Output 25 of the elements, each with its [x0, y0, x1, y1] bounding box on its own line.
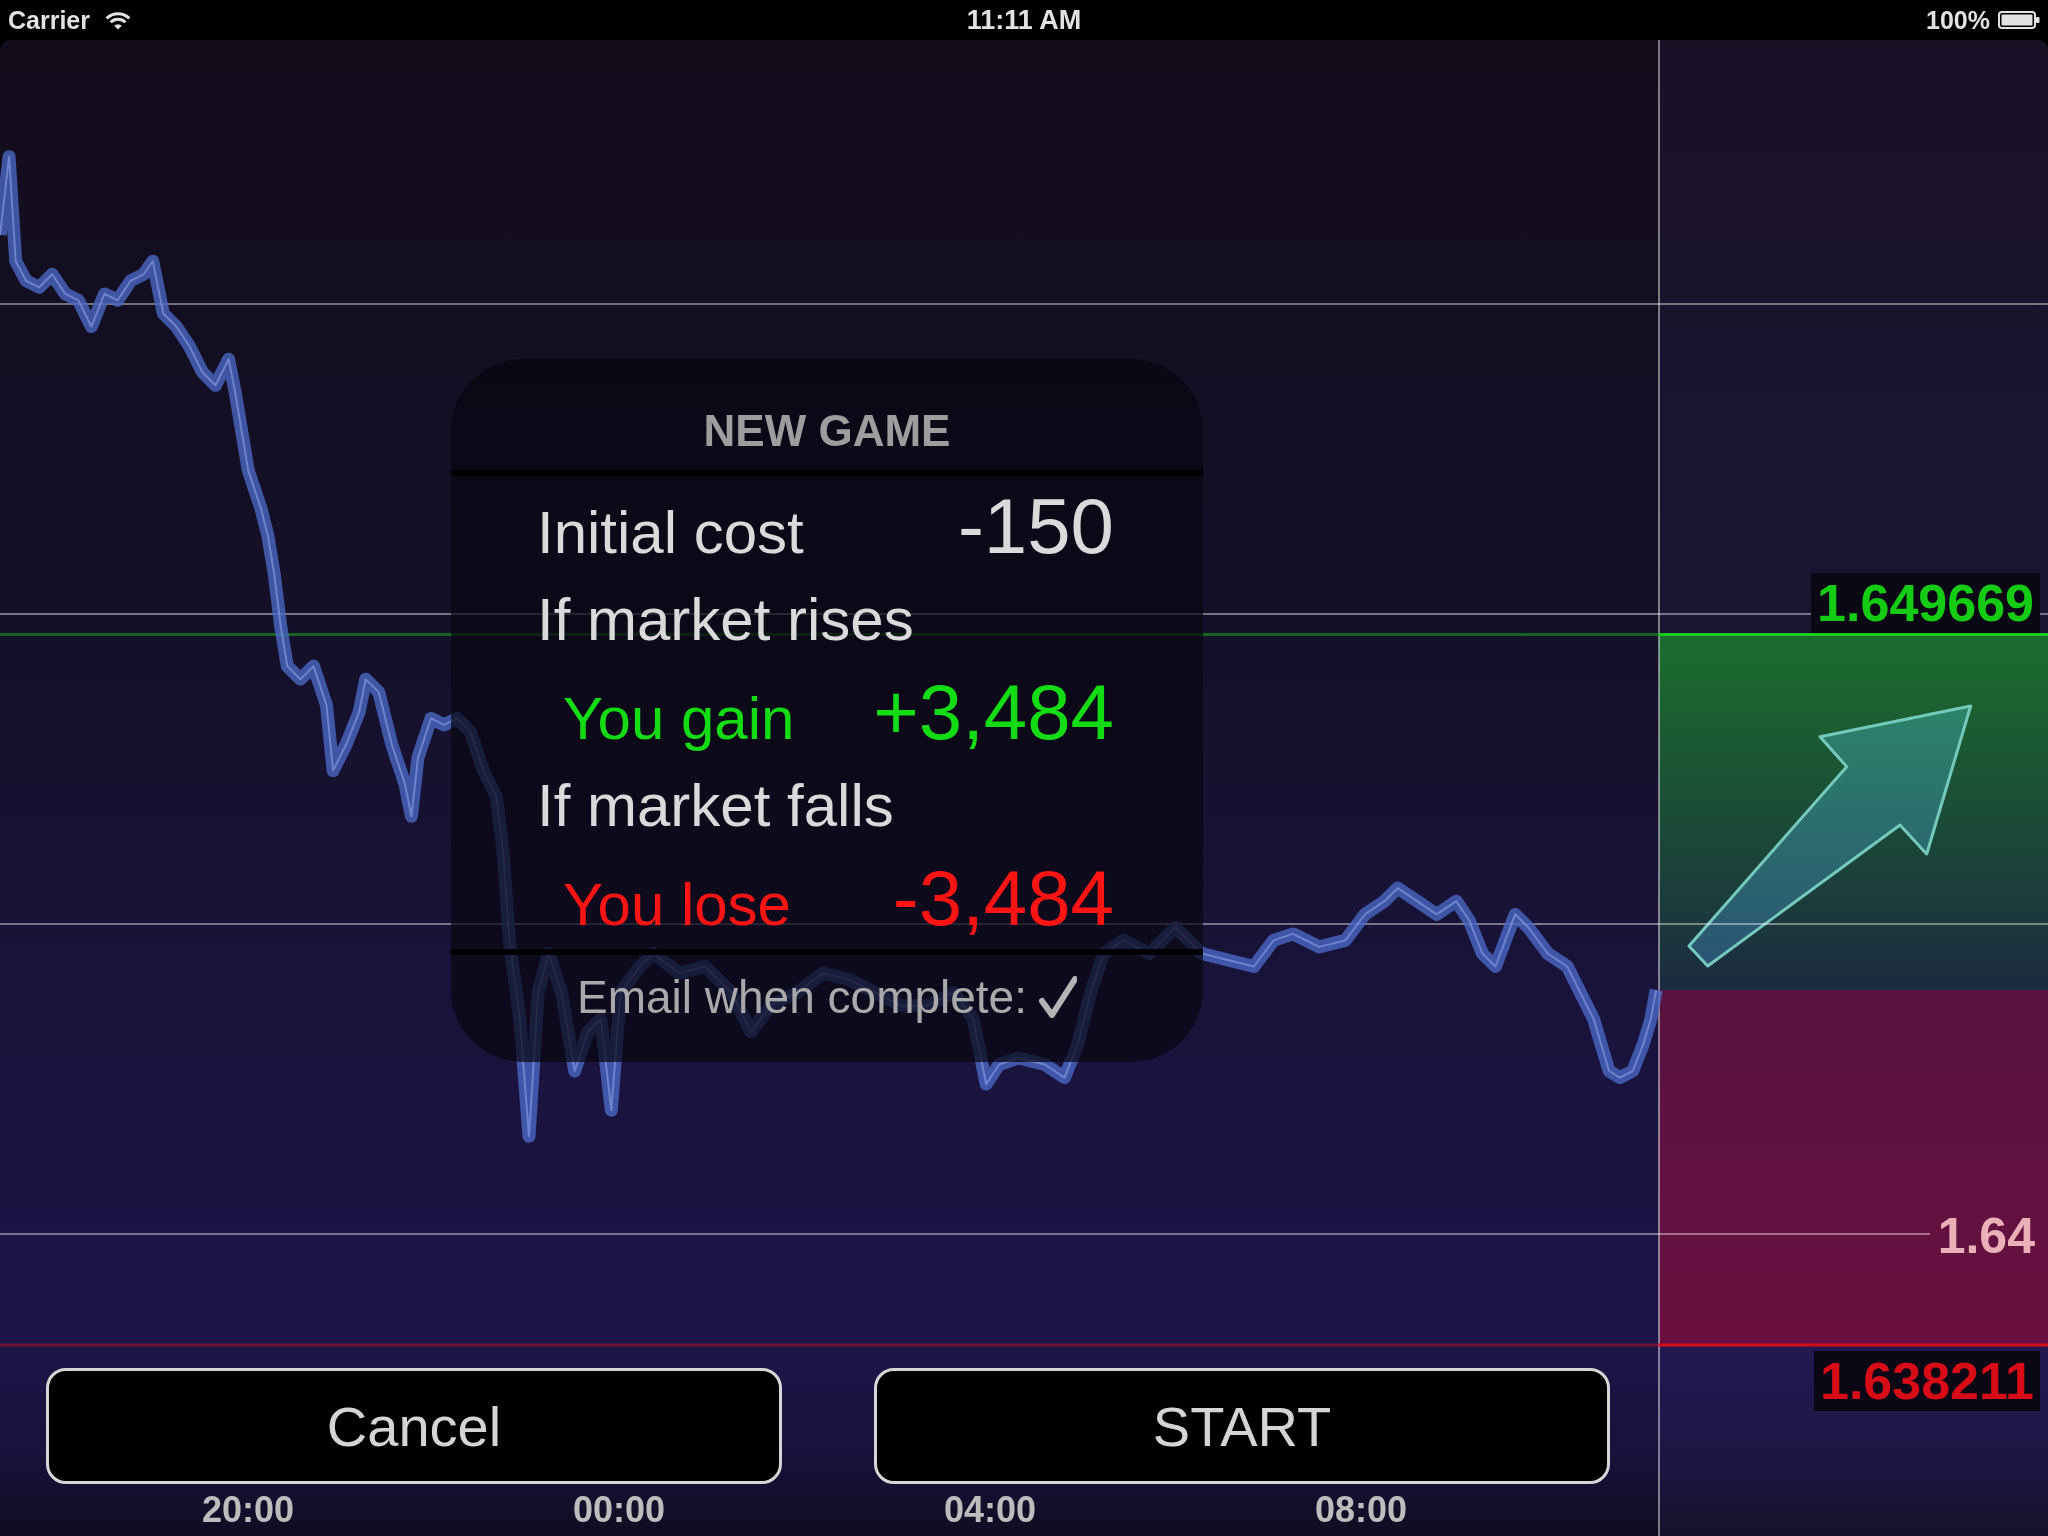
row-label: You gain: [563, 684, 795, 754]
email-toggle[interactable]: Email when complete:: [577, 969, 1077, 1025]
price-label: 1.638211: [1813, 1351, 2040, 1411]
amount-value: -150: [957, 481, 1114, 572]
time-label: 08:00: [1314, 1490, 1408, 1530]
row-label: Initial cost: [537, 498, 804, 568]
battery-percent: 100%: [1926, 5, 1990, 35]
time-label: 00:00: [572, 1490, 666, 1530]
dialog-button[interactable]: Cancel: [46, 1368, 782, 1484]
diagonal-arrow-icon: [1687, 704, 1973, 968]
time-label: 04:00: [943, 1490, 1037, 1530]
price-scale-label: 1.64: [1937, 1208, 2035, 1264]
section-heading: If market falls: [537, 771, 894, 841]
carrier-label: Carrier: [8, 5, 90, 35]
section-heading: If market rises: [537, 585, 914, 655]
amount-value: +3,484: [873, 667, 1114, 758]
clock-time: 11:11 AM: [966, 5, 1082, 35]
price-label: 1.649669: [1811, 572, 2040, 633]
battery-icon: [1998, 11, 2040, 29]
time-label: 20:00: [201, 1490, 295, 1530]
dialog-button[interactable]: START: [874, 1368, 1610, 1484]
dialog-title: NEW GAME: [703, 406, 951, 456]
row-label: You lose: [563, 870, 791, 940]
amount-value: -3,484: [892, 853, 1114, 944]
wifi-icon: [104, 10, 132, 30]
